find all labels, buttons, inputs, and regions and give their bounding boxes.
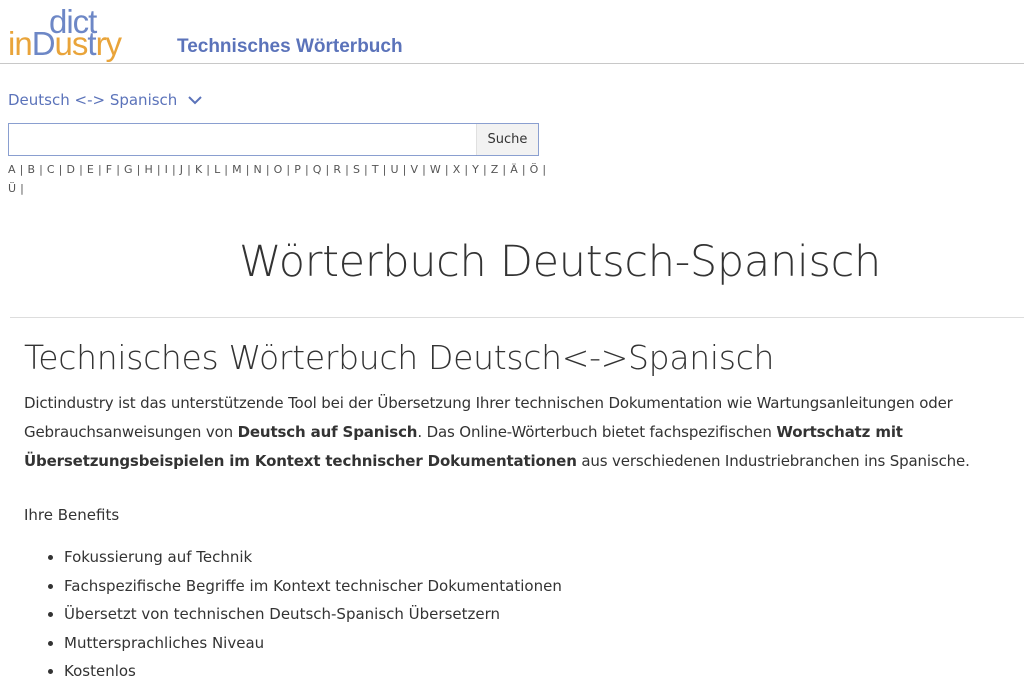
alphabet-letter-ä[interactable]: Ä — [510, 163, 518, 176]
alphabet-separator: | — [35, 163, 47, 176]
benefit-item: Fokussierung auf Technik — [64, 543, 562, 572]
logo-in: in — [8, 25, 33, 62]
alphabet-letter-d[interactable]: D — [67, 163, 76, 176]
alphabet-separator: | — [479, 163, 491, 176]
alphabet-letter-c[interactable]: C — [47, 163, 55, 176]
alphabet-separator: | — [15, 163, 28, 176]
alphabet-separator: | — [418, 163, 430, 176]
alphabet-letter-u[interactable]: U — [390, 163, 398, 176]
alphabet-letter-z[interactable]: Z — [491, 163, 499, 176]
language-pair-label: Deutsch <-> Spanisch — [8, 91, 178, 109]
benefits-list: Fokussierung auf TechnikFachspezifische … — [24, 543, 562, 686]
alphabet-letter-t[interactable]: T — [372, 163, 379, 176]
site-title[interactable]: Technisches Wörterbuch — [177, 36, 403, 58]
logo-d: D — [31, 25, 56, 62]
language-pair-selector[interactable]: Deutsch <-> Spanisch — [8, 89, 203, 111]
alphabet-separator: | — [538, 163, 547, 176]
alphabet-separator: | — [75, 163, 87, 176]
logo-t: t — [87, 25, 96, 62]
alphabet-separator: | — [220, 163, 233, 176]
site-header: dict inDustry Technisches Wörterbuch — [0, 0, 1024, 64]
alphabet-separator: | — [112, 163, 125, 176]
alphabet-separator: | — [460, 163, 473, 176]
alphabet-separator: | — [202, 163, 215, 176]
alphabet-separator: | — [183, 163, 195, 176]
benefit-item: Übersetzt von technischen Deutsch-Spanis… — [64, 600, 562, 629]
page-title: Wörterbuch Deutsch-Spanisch — [239, 237, 881, 287]
alphabet-separator: | — [518, 163, 530, 176]
alphabet-separator: | — [301, 163, 313, 176]
alphabet-letter-a[interactable]: A — [8, 163, 16, 176]
chevron-down-icon — [188, 96, 203, 105]
alphabet-letter-ö[interactable]: Ö — [530, 163, 539, 176]
benefit-item: Kostenlos — [64, 657, 562, 686]
benefit-item: Fachspezifische Begriffe im Kontext tech… — [64, 572, 562, 601]
alphabet-separator: | — [168, 163, 180, 176]
alphabet-separator: | — [341, 163, 353, 176]
alphabet-separator: | — [94, 163, 106, 176]
intro-text-2: . Das Online-Wörterbuch bietet fachspezi… — [417, 423, 777, 441]
search-input[interactable] — [9, 124, 476, 155]
alphabet-letter-h[interactable]: H — [144, 163, 153, 176]
alphabet-letter-n[interactable]: N — [254, 163, 263, 176]
alphabet-separator: | — [241, 163, 254, 176]
search-form: Suche — [8, 123, 539, 156]
alphabet-separator: | — [321, 163, 334, 176]
benefit-item: Muttersprachliches Niveau — [64, 629, 562, 658]
alphabet-separator: | — [54, 163, 67, 176]
alphabet-index: A | B | C | D | E | F | G | H | I | J | … — [8, 160, 548, 198]
alphabet-separator: | — [498, 163, 511, 176]
alphabet-separator: | — [360, 163, 372, 176]
alphabet-letter-x[interactable]: X — [453, 163, 461, 176]
intro-paragraph: Dictindustry ist das unterstützende Tool… — [24, 389, 1024, 476]
alphabet-separator: | — [262, 163, 274, 176]
intro-bold-1: Deutsch auf Spanisch — [237, 423, 418, 441]
alphabet-letter-g[interactable]: G — [124, 163, 133, 176]
benefits-label: Ihre Benefits — [24, 506, 120, 524]
intro-text-3: aus verschiedenen Industriebranchen ins … — [576, 452, 970, 470]
alphabet-separator: | — [16, 182, 25, 195]
logo-us: us — [54, 25, 89, 62]
alphabet-letter-o[interactable]: O — [274, 163, 283, 176]
alphabet-separator: | — [441, 163, 453, 176]
divider — [10, 317, 1024, 318]
logo-industry-text: inDustry — [8, 24, 122, 64]
dictindustry-logo[interactable]: dict inDustry — [8, 3, 170, 64]
alphabet-separator: | — [282, 163, 295, 176]
alphabet-separator: | — [132, 163, 145, 176]
search-button[interactable]: Suche — [476, 124, 538, 155]
alphabet-letter-q[interactable]: Q — [313, 163, 322, 176]
section-title: Technisches Wörterbuch Deutsch<->Spanisc… — [24, 338, 775, 377]
alphabet-separator: | — [153, 163, 165, 176]
alphabet-letter-m[interactable]: M — [232, 163, 242, 176]
logo-ry: ry — [95, 25, 122, 62]
alphabet-letter-w[interactable]: W — [430, 163, 441, 176]
alphabet-separator: | — [378, 163, 391, 176]
alphabet-separator: | — [398, 163, 411, 176]
